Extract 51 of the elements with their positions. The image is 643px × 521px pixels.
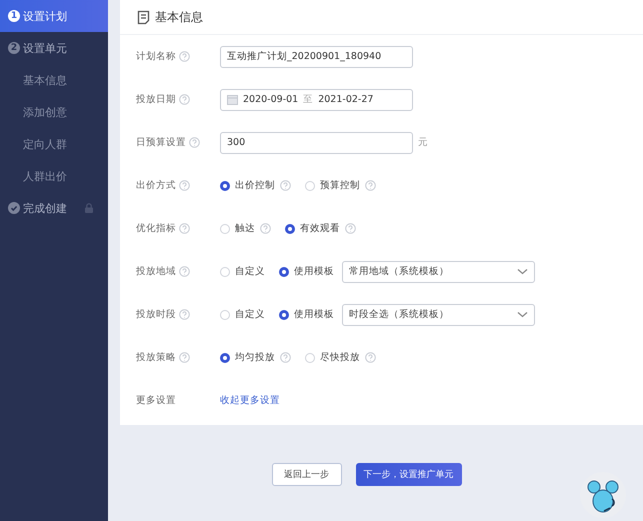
unit-label: 元	[418, 136, 428, 149]
calendar-icon	[227, 94, 238, 105]
field-label: 计划名称	[136, 50, 176, 63]
dropdown[interactable]: 常用地域（系统模板）	[342, 260, 535, 282]
step-item[interactable]: 2 设置单元	[0, 32, 108, 64]
option-label: 自定义	[235, 265, 265, 278]
substep-item[interactable]: 人群出价	[0, 160, 108, 192]
option-label: 均匀投放	[235, 351, 275, 364]
range-separator: 至	[303, 93, 314, 106]
back-button[interactable]: 返回上一步	[272, 463, 342, 486]
option-label: 自定义	[235, 308, 265, 321]
option-label: 触达	[235, 222, 255, 235]
field-label: 投放日期	[136, 93, 176, 106]
field-label: 投放地域	[136, 265, 176, 278]
radio-button[interactable]	[279, 310, 289, 320]
step-item[interactable]: 1 设置计划	[0, 0, 108, 32]
input-field[interactable]: 互动推广计划_20200901_180940	[220, 46, 413, 68]
option-label: 使用模板	[294, 308, 334, 321]
start-date: 2020-09-01	[243, 94, 298, 105]
option-label: 尽快投放	[320, 351, 360, 364]
chevron-down-icon	[517, 311, 528, 318]
option-label: 使用模板	[294, 265, 334, 278]
option-label: 出价控制	[235, 179, 275, 192]
field-label: 投放时段	[136, 308, 176, 321]
step-number: 2	[8, 42, 20, 54]
document-icon	[137, 10, 150, 24]
radio-button[interactable]	[220, 352, 230, 362]
chevron-down-icon	[517, 268, 528, 275]
option-label: 预算控制	[320, 179, 360, 192]
field-label: 优化指标	[136, 222, 176, 235]
field-label: 出价方式	[136, 179, 176, 192]
field-label: 投放策略	[136, 351, 176, 364]
step-item[interactable]: 完成创建	[0, 192, 108, 224]
link[interactable]: 收起更多设置	[220, 394, 280, 407]
radio-button[interactable]	[279, 266, 289, 276]
step-number: 1	[8, 10, 20, 22]
end-date: 2021-02-27	[318, 94, 374, 105]
field-label: 日预算设置	[136, 136, 186, 149]
next-button[interactable]: 下一步，设置推广单元	[356, 463, 462, 486]
substep-item[interactable]: 定向人群	[0, 128, 108, 160]
substep-item[interactable]: 基本信息	[0, 64, 108, 96]
option-label: 有效观看	[300, 222, 340, 235]
substep-item[interactable]: 添加创意	[0, 96, 108, 128]
radio-button[interactable]	[285, 224, 295, 234]
field-label: 更多设置	[136, 394, 176, 407]
check-icon	[8, 202, 20, 214]
input-field[interactable]: 300	[220, 132, 413, 154]
dropdown[interactable]: 时段全选（系统模板）	[342, 304, 535, 326]
radio-button[interactable]	[220, 180, 230, 190]
date-range-field[interactable]: 2020-09-01 至 2021-02-27	[220, 88, 413, 110]
section-title: 基本信息	[155, 8, 203, 26]
